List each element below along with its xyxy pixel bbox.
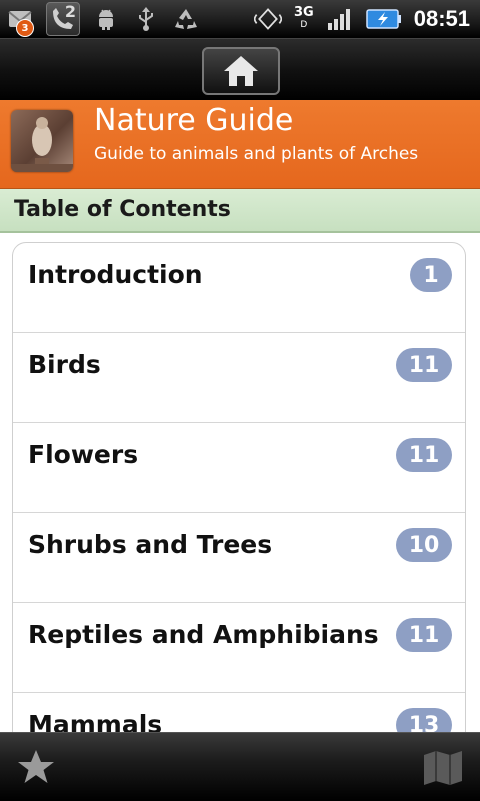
list-item-label: Mammals xyxy=(28,710,163,732)
count-badge: 11 xyxy=(396,618,452,652)
battery-charging-icon xyxy=(365,5,402,33)
list-item-label: Shrubs and Trees xyxy=(28,530,273,559)
list-item-introduction[interactable]: Introduction 1 xyxy=(13,243,465,333)
count-badge: 13 xyxy=(396,708,452,732)
gps-icon xyxy=(254,5,282,33)
android-debug-icon xyxy=(92,5,120,33)
list-item-shrubs-and-trees[interactable]: Shrubs and Trees 10 xyxy=(13,513,465,603)
map-button[interactable] xyxy=(422,749,464,787)
missed-call-icon: 2 xyxy=(46,2,80,36)
status-bar: 3 2 3G D 08:51 xyxy=(0,0,480,38)
app-header: Nature Guide Guide to animals and plants… xyxy=(0,100,480,189)
count-badge: 10 xyxy=(396,528,452,562)
home-bar xyxy=(0,38,480,101)
network-type: 3G D xyxy=(294,5,314,31)
toc-heading: Table of Contents xyxy=(0,189,480,233)
clock: 08:51 xyxy=(413,6,470,31)
network-type-label: 3G xyxy=(294,5,314,20)
list-item-label: Flowers xyxy=(28,440,139,469)
home-icon xyxy=(224,56,258,86)
app-thumbnail xyxy=(11,110,73,172)
gmail-notification-icon: 3 xyxy=(6,5,34,37)
usb-icon xyxy=(132,5,160,33)
list-item-flowers[interactable]: Flowers 11 xyxy=(13,423,465,513)
app-title: Nature Guide xyxy=(94,103,294,138)
list-item-label: Introduction xyxy=(28,260,203,289)
toc-list: Introduction 1 Birds 11 Flowers 11 Shrub… xyxy=(12,242,466,732)
list-item-birds[interactable]: Birds 11 xyxy=(13,333,465,423)
count-badge: 11 xyxy=(396,438,452,472)
list-item-mammals[interactable]: Mammals 13 xyxy=(13,693,465,732)
list-item-reptiles-and-amphibians[interactable]: Reptiles and Amphibians 11 xyxy=(13,603,465,693)
list-item-label: Birds xyxy=(28,350,101,379)
signal-icon xyxy=(326,5,354,33)
count-badge: 11 xyxy=(396,348,452,382)
call-count: 2 xyxy=(64,2,76,21)
network-sub-label: D xyxy=(300,20,308,30)
toc-heading-label: Table of Contents xyxy=(14,197,231,222)
list-item-label: Reptiles and Amphibians xyxy=(28,620,379,649)
toc-list-container[interactable]: Introduction 1 Birds 11 Flowers 11 Shrub… xyxy=(12,242,466,732)
app-subtitle: Guide to animals and plants of Arches xyxy=(94,144,419,164)
star-icon xyxy=(18,750,54,783)
bottom-toolbar xyxy=(0,732,480,801)
recycle-icon xyxy=(172,5,200,33)
home-button[interactable] xyxy=(202,47,280,95)
map-icon xyxy=(424,751,462,785)
count-badge: 1 xyxy=(410,258,452,292)
favorites-button[interactable] xyxy=(16,747,56,787)
notification-count-badge: 3 xyxy=(16,19,34,37)
